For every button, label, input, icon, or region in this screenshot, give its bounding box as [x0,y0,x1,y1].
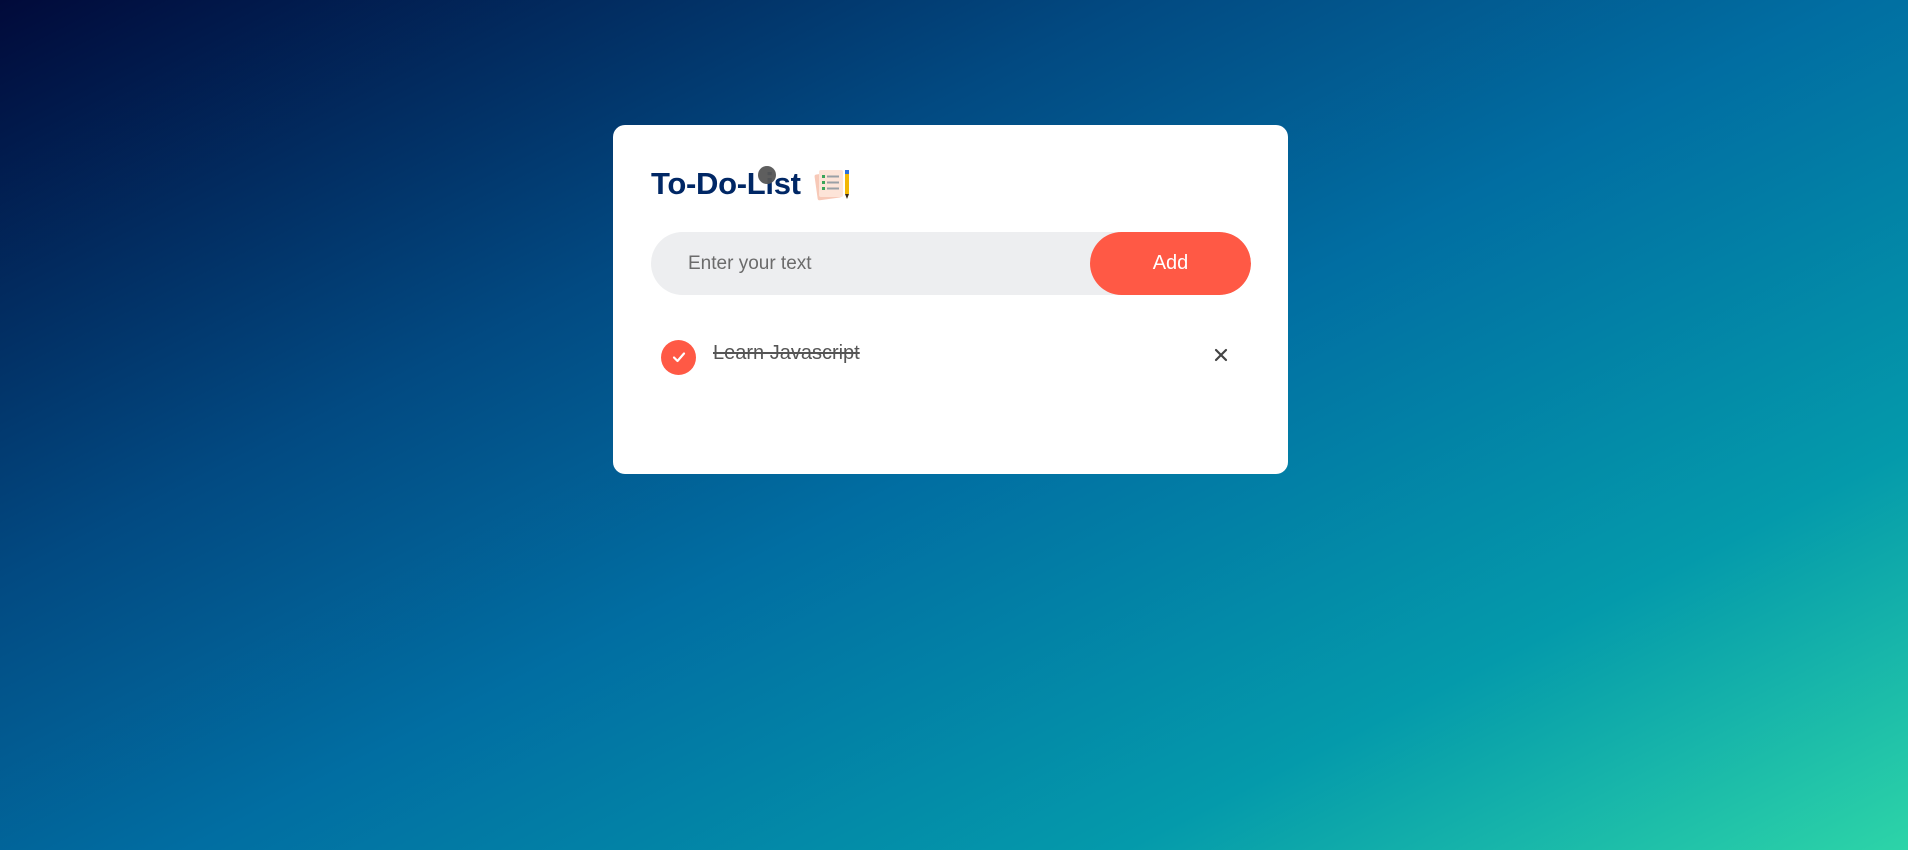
header: To-Do-List [651,163,1250,205]
add-button[interactable]: Add [1090,232,1251,295]
checkmark-icon [672,352,685,363]
task-input[interactable] [651,232,1090,295]
delete-task-button[interactable] [1203,337,1239,373]
checkbox-checked[interactable] [661,339,696,375]
notepad-pencil-icon [813,167,851,201]
task-list: Learn Javascript [651,329,1251,381]
list-item[interactable]: Learn Javascript [651,329,1251,381]
task-text[interactable]: Learn Javascript [713,342,860,365]
mouse-cursor [758,166,776,184]
page-title: To-Do-List [651,166,801,201]
todo-card: To-Do-List Add [613,125,1288,474]
add-task-row: Add [651,232,1251,295]
close-icon [1214,348,1228,362]
